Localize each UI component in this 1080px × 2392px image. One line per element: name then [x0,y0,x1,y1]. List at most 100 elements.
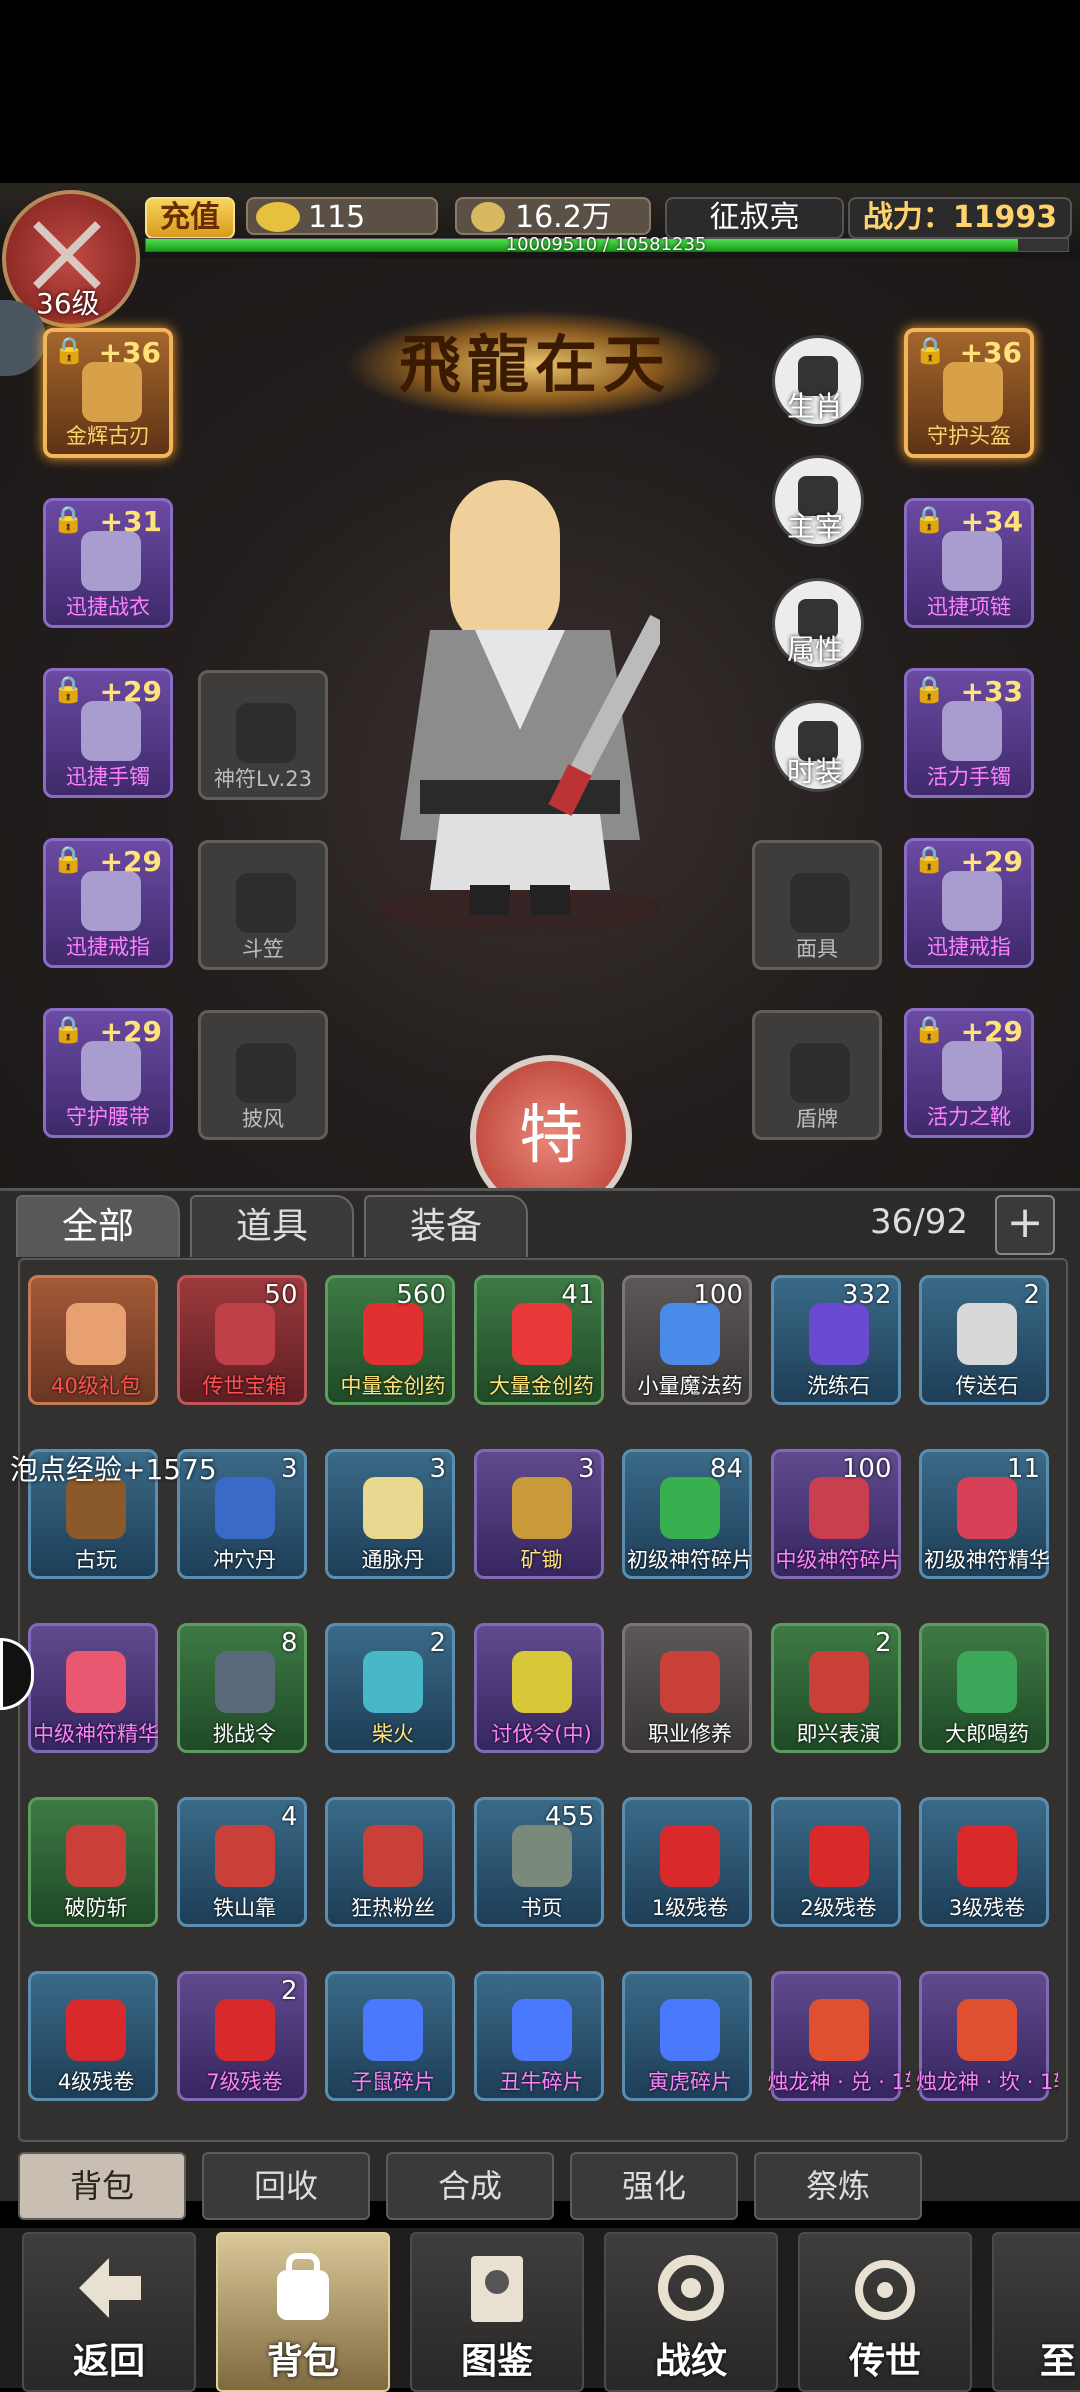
equip-slot[interactable]: 面具 [752,840,882,970]
equip-slot[interactable]: 🔒 +33 活力手镯 [904,668,1034,798]
inventory-item[interactable]: 455 书页 [473,1797,604,1927]
nav-legacy[interactable]: 传世 [798,2232,972,2392]
inventory-item[interactable]: 2 即兴表演 [770,1623,901,1753]
inventory-item[interactable]: 84 初级神符碎片 [622,1449,753,1579]
inventory-item[interactable]: 2 柴火 [325,1623,455,1753]
nav-back-label: 返回 [72,2341,145,2382]
inventory-item[interactable]: 3 矿锄 [473,1449,604,1579]
item-icon [660,1303,720,1365]
inventory-item[interactable]: 2 7级残卷 [176,1971,307,2101]
item-count: 455 [544,1802,595,1832]
item-name: 中级神符精华 [33,1722,159,1746]
inventory-item[interactable]: 2 传送石 [919,1275,1049,1405]
nav-battle-pattern-label: 战纹 [654,2341,727,2382]
equip-slot[interactable]: 盾牌 [752,1010,882,1140]
inventory-item[interactable]: 3 通脉丹 [325,1449,455,1579]
item-icon [660,1999,720,2061]
inventory-item[interactable]: 中级神符精华 [28,1623,159,1753]
nav-codex[interactable]: 图鉴 [410,2232,584,2392]
item-count: 100 [693,1280,743,1310]
recharge-button[interactable]: 充值 [145,197,235,239]
inventory-item[interactable]: 寅虎碎片 [622,1971,752,2101]
item-name: 矿锄 [520,1548,563,1572]
inventory-item[interactable]: 烛龙神 · 坎 · 1转 [916,1971,1058,2101]
equip-slot[interactable]: 🔒 +29 迅捷戒指 [904,838,1034,968]
inventory-item[interactable]: 100 中级神符碎片 [770,1449,902,1579]
item-icon [363,1651,423,1713]
subtab-enhance[interactable]: 强化 [570,2152,738,2220]
item-icon [511,1999,572,2061]
equip-slot[interactable]: 🔒 +31 迅捷战衣 [43,498,173,628]
inventory-item[interactable]: 1级残卷 [622,1797,752,1927]
tab-items[interactable]: 道具 [190,1195,354,1257]
item-count: 560 [396,1280,446,1310]
subtab-bag[interactable]: 背包 [18,2152,186,2220]
inventory-item[interactable]: 大郎喝药 [919,1623,1049,1753]
equip-name: 活力之靴 [927,1105,1011,1129]
item-icon [214,1999,275,2061]
equip-slot[interactable]: 🔒 +34 迅捷项链 [904,498,1034,628]
inventory-item[interactable]: 2级残卷 [770,1797,901,1927]
power-value: 11993 [952,200,1058,235]
item-count: 3 [280,1454,298,1484]
expand-bag-button[interactable]: + [995,1195,1055,1255]
lock-icon: 🔒 [913,845,946,875]
inventory-item[interactable]: 40级礼包 [28,1275,158,1405]
item-icon [214,1651,275,1713]
inventory-item[interactable]: 11 初级神符精华 [919,1449,1050,1579]
inventory-item[interactable]: 560 中量金创药 [325,1275,455,1405]
equip-slot[interactable]: 披风 [198,1010,328,1140]
equipment-icon [236,873,296,933]
gold-value: 115 [308,200,366,235]
equip-name: 面具 [796,937,838,961]
inventory-item[interactable]: 子鼠碎片 [325,1971,455,2101]
tab-equipment[interactable]: 装备 [364,1195,528,1257]
item-name: 书页 [520,1896,563,1920]
inventory-item[interactable]: 3级残卷 [919,1797,1049,1927]
equip-slot[interactable]: 🔒 +29 迅捷戒指 [43,838,173,968]
subtab-recycle[interactable]: 回收 [202,2152,370,2220]
equip-name: 披风 [242,1107,284,1131]
inventory-item[interactable]: 41 大量金创药 [473,1275,604,1405]
item-name: 子鼠碎片 [351,2070,435,2094]
subtab-synthesize[interactable]: 合成 [386,2152,554,2220]
nav-more[interactable]: 至 [992,2232,1080,2392]
inventory-item[interactable]: 4级残卷 [28,1971,158,2101]
inventory-item[interactable]: 讨伐令(中) [473,1623,604,1753]
combat-power: 战力：11993 [848,197,1072,239]
equipment-icon [790,1043,850,1103]
lock-icon: 🔒 [52,845,85,875]
title-banner: 飛龍在天 [345,310,725,420]
inventory-item[interactable]: 破防斩 [28,1797,158,1927]
nav-back[interactable]: 返回 [22,2232,196,2392]
inventory-item[interactable]: 50 传世宝箱 [176,1275,307,1405]
inventory-item[interactable]: 100 小量魔法药 [622,1275,752,1405]
equip-slot[interactable]: 🔒 +36 守护头盔 [904,328,1034,458]
equip-slot[interactable]: 神符Lv.23 [198,670,328,800]
inventory-item[interactable]: 烛龙神 · 兑 · 1转 [768,1971,910,2101]
equip-slot[interactable]: 🔒 +29 活力之靴 [904,1008,1034,1138]
nav-bag[interactable]: 背包 [216,2232,390,2392]
inventory-item[interactable]: 丑牛碎片 [473,1971,604,2101]
tab-all[interactable]: 全部 [16,1195,180,1257]
item-name: 古玩 [75,1548,117,1572]
coin-value: 16.2万 [515,200,612,235]
inventory-item[interactable]: 4 铁山靠 [176,1797,307,1927]
equip-slot[interactable]: 斗笠 [198,840,328,970]
item-name: 柴火 [372,1722,414,1746]
enhance-level: +29 [960,1015,1023,1048]
item-name: 初级神符碎片 [627,1548,753,1572]
equip-slot[interactable]: 🔒 +36 金辉古刃 [43,328,173,458]
level-label: 36级 [36,287,100,320]
inventory-item[interactable]: 狂热粉丝 [325,1797,455,1927]
equip-slot[interactable]: 🔒 +29 守护腰带 [43,1008,173,1138]
attributes-label: 属性 [786,633,843,666]
lock-icon: 🔒 [913,675,946,705]
item-icon [363,1825,423,1887]
inventory-item[interactable]: 8 挑战令 [176,1623,307,1753]
inventory-item[interactable]: 332 洗练石 [770,1275,901,1405]
nav-battle-pattern[interactable]: 战纹 [604,2232,778,2392]
subtab-refine[interactable]: 祭炼 [754,2152,922,2220]
equip-slot[interactable]: 🔒 +29 迅捷手镯 [43,668,173,798]
inventory-item[interactable]: 职业修养 [622,1623,752,1753]
